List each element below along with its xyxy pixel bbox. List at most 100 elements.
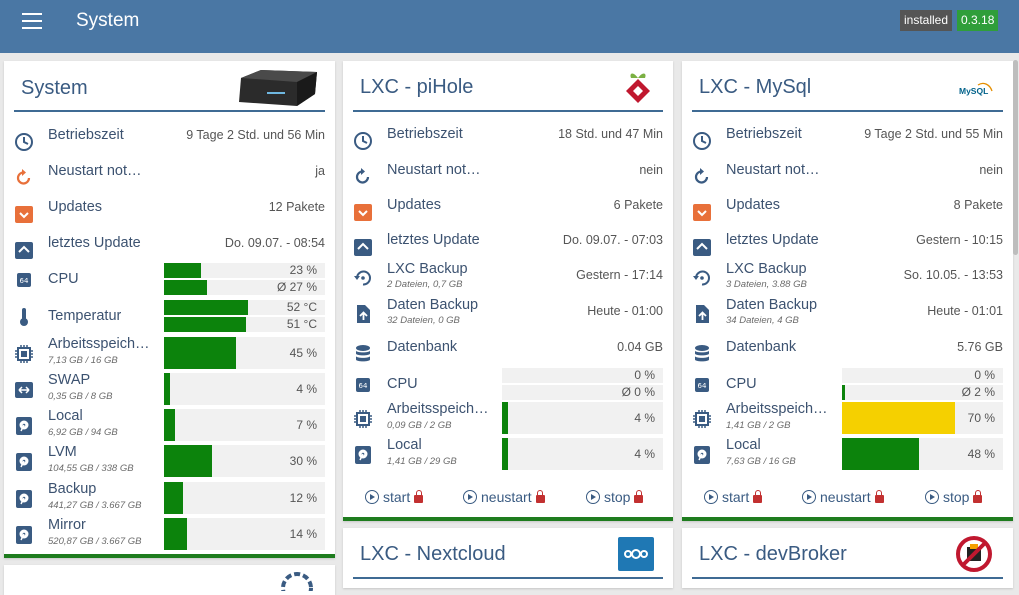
bar-fill <box>164 409 176 441</box>
start-button[interactable]: start <box>704 489 763 505</box>
restart-label: neustart <box>481 489 532 505</box>
chip-icon <box>354 410 372 428</box>
start-label: start <box>722 489 750 505</box>
file-upload-icon <box>357 305 370 323</box>
row-data-backup: Daten Backup 32 Dateien, 0 GB Heute - 01… <box>353 297 663 331</box>
lock-icon <box>634 490 644 503</box>
play-icon <box>365 490 379 504</box>
clock-icon <box>15 133 33 151</box>
row-backup: Backup 441,27 GB / 3.667 GB 12 % <box>14 481 325 516</box>
nextcloud-logo-icon <box>618 537 654 571</box>
play-icon <box>704 490 718 504</box>
version-badge: 0.3.18 <box>957 10 999 31</box>
updates-icon <box>354 204 372 221</box>
cpu-bar: 0 % <box>842 368 1003 383</box>
lock-icon <box>973 490 983 503</box>
disk-icon <box>16 526 32 544</box>
value: 0.04 GB <box>617 340 663 354</box>
stop-label: stop <box>604 489 631 505</box>
disk-icon <box>16 453 32 471</box>
play-icon <box>925 490 939 504</box>
updates-icon <box>693 204 711 221</box>
lvm-bar: 30 % <box>164 445 325 477</box>
svg-text:64: 64 <box>698 382 707 390</box>
logo-text: MySQL <box>959 86 989 96</box>
value: Do. 09.07. - 08:54 <box>224 236 325 250</box>
clock-icon <box>693 132 711 150</box>
value: ja <box>315 164 325 178</box>
value: Heute - 01:00 <box>587 304 663 318</box>
card-pihole: LXC - piHole Betriebszeit 18 Std. und 47… <box>343 61 673 521</box>
label: Neustart not… <box>726 162 820 178</box>
bar-text: 12 % <box>289 491 317 505</box>
sublabel: 6,92 GB / 94 GB <box>48 427 118 438</box>
card-mysql: LXC - MySql MySQL Betriebszeit 9 Tage 2 … <box>682 61 1013 521</box>
bar-text: 4 % <box>296 382 317 396</box>
pihole-logo-icon <box>626 73 650 103</box>
bar-text: Ø 0 % <box>621 385 655 399</box>
upload-box-icon <box>693 239 711 256</box>
database-icon <box>356 345 370 362</box>
backup-bar: 12 % <box>164 482 325 514</box>
sublabel: 0,09 GB / 2 GB <box>387 420 452 431</box>
row-restart: Neustart not… ja <box>14 161 325 195</box>
sublabel: 32 Dateien, 0 GB <box>387 315 460 326</box>
row-memory: Arbeitsspeich… 7,13 GB / 16 GB 45 % <box>14 336 325 371</box>
row-lxc-backup: LXC Backup 2 Dateien, 0,7 GB Gestern - 1… <box>353 261 663 295</box>
bar-text: 14 % <box>289 527 317 541</box>
sublabel: 7,13 GB / 16 GB <box>48 355 118 366</box>
menu-icon[interactable] <box>22 13 42 29</box>
sublabel: 520,87 GB / 3.667 GB <box>48 536 142 547</box>
label: Neustart not… <box>387 162 481 178</box>
label: Arbeitsspeich… <box>387 401 489 417</box>
value: nein <box>639 163 663 177</box>
sublabel: 34 Dateien, 4 GB <box>726 315 799 326</box>
title-divider <box>692 110 1003 112</box>
bar-text: 70 % <box>967 411 995 425</box>
label: Local <box>387 437 422 453</box>
label: Daten Backup <box>726 297 818 313</box>
bar-fill <box>164 317 247 332</box>
title-divider <box>14 110 325 112</box>
row-lvm: LVM 104,55 GB / 338 GB 30 % <box>14 444 325 479</box>
stop-button[interactable]: stop <box>925 489 983 505</box>
local-bar: 4 % <box>502 438 663 470</box>
bar-fill <box>164 337 237 369</box>
stop-button[interactable]: stop <box>586 489 644 505</box>
sublabel: 1,41 GB / 2 GB <box>726 420 791 431</box>
restart-button[interactable]: neustart <box>463 489 545 505</box>
cpu-bar: 0 % <box>502 368 663 383</box>
scrollbar[interactable] <box>1013 60 1018 255</box>
row-local: Local 1,41 GB / 29 GB 4 % <box>353 437 663 472</box>
action-bar: start neustart stop <box>343 489 673 509</box>
label: Betriebszeit <box>726 126 802 142</box>
label: Updates <box>726 197 781 213</box>
updates-icon <box>15 206 33 223</box>
lock-icon <box>874 490 884 503</box>
row-restart: Neustart not… nein <box>353 160 663 194</box>
swap-icon <box>15 382 33 398</box>
value: Heute - 01:01 <box>927 304 1003 318</box>
card-partial <box>4 565 335 595</box>
restart-button[interactable]: neustart <box>802 489 884 505</box>
cpu-icon: 64 <box>17 273 31 287</box>
cpu-bar: 23 % <box>164 263 325 278</box>
row-data-backup: Daten Backup 34 Dateien, 4 GB Heute - 01… <box>692 297 1003 331</box>
title-divider <box>353 577 663 579</box>
memory-bar: 4 % <box>502 402 663 434</box>
upload-box-icon <box>354 239 372 256</box>
start-button[interactable]: start <box>365 489 424 505</box>
disk-icon <box>355 446 371 464</box>
thermometer-icon <box>20 308 28 326</box>
cpu-avg-bar: Ø 2 % <box>842 385 1003 400</box>
label: Arbeitsspeich… <box>726 401 828 417</box>
bar-fill <box>164 482 184 514</box>
bar-fill <box>842 438 920 470</box>
value: Do. 09.07. - 07:03 <box>562 233 663 247</box>
bar-text: 23 % <box>289 263 317 277</box>
bar-fill <box>164 518 187 550</box>
label: Arbeitsspeich… <box>48 336 150 352</box>
play-icon <box>802 490 816 504</box>
value: nein <box>979 163 1003 177</box>
action-bar: start neustart stop <box>682 489 1013 509</box>
